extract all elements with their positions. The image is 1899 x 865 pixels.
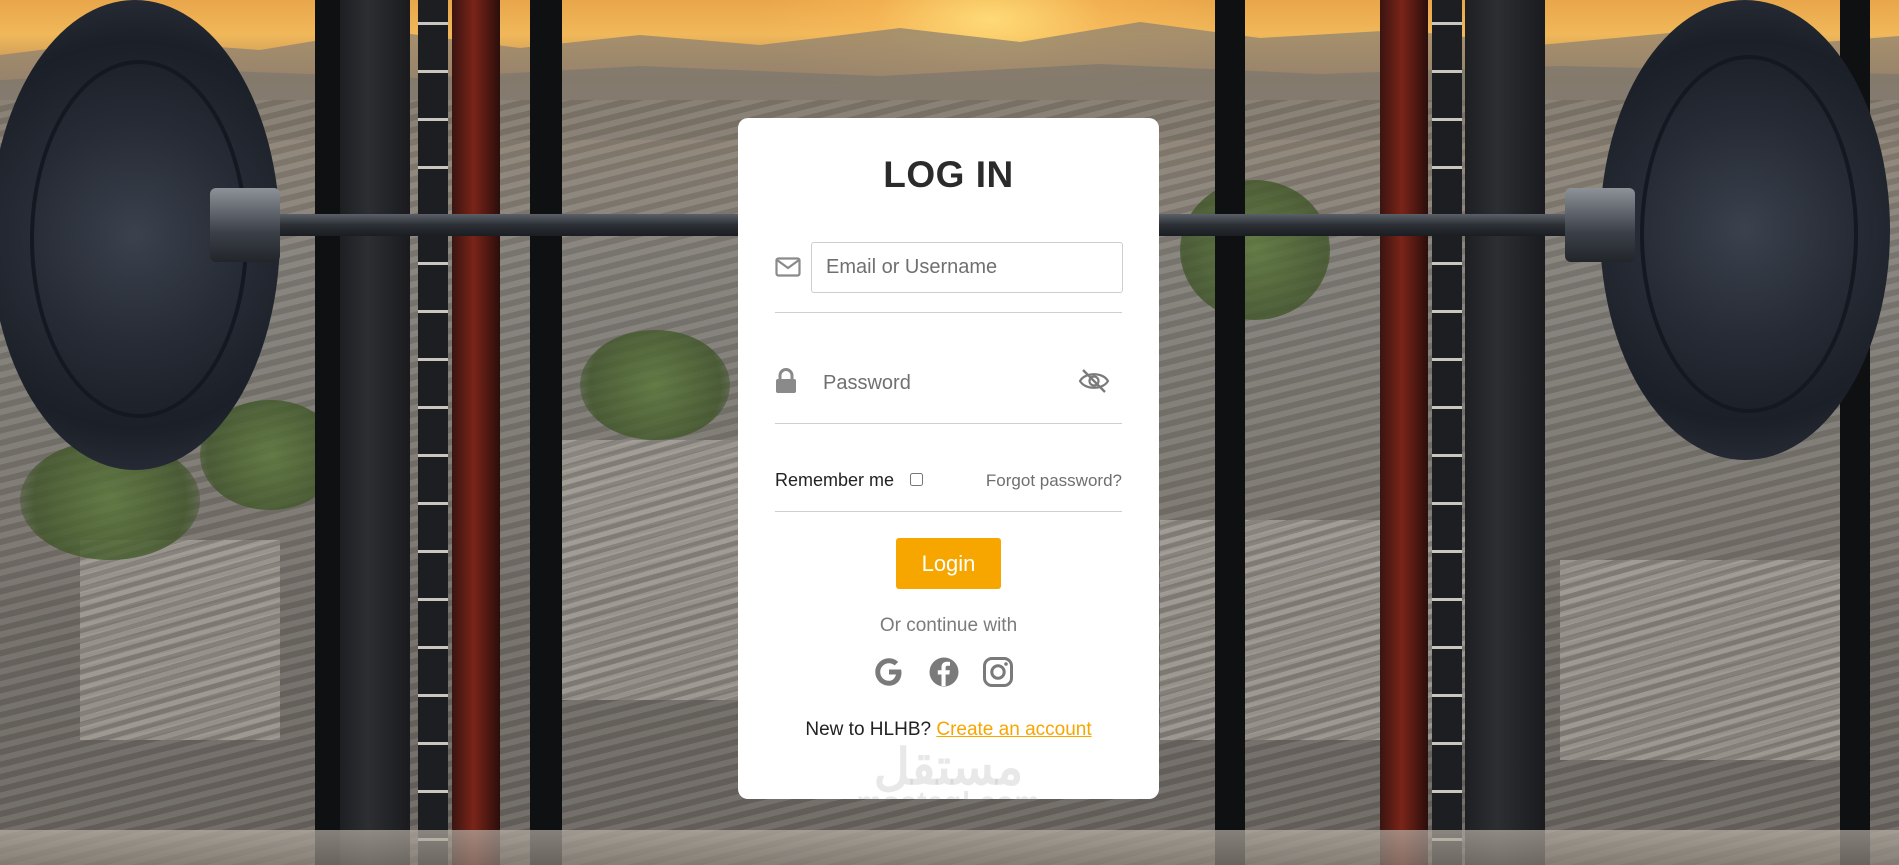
- create-account-link[interactable]: Create an account: [936, 719, 1091, 740]
- tree: [1180, 180, 1330, 320]
- watermark-arabic: مستقل: [873, 739, 1024, 795]
- remember-me-checkbox[interactable]: [910, 473, 923, 486]
- divider: [775, 423, 1122, 424]
- remember-me-label: Remember me: [775, 470, 895, 490]
- facebook-icon[interactable]: [927, 655, 961, 689]
- social-heading: Or continue with: [879, 615, 1018, 636]
- rack-post: [452, 0, 500, 865]
- weight-plate-ring: [1640, 55, 1858, 413]
- rack-upright-holes: [1432, 0, 1462, 865]
- social-login-row: [738, 655, 1159, 689]
- rack-upright-holes: [418, 0, 448, 865]
- rack-post: [1380, 0, 1428, 865]
- watermark: مستقل mostaql.com: [826, 738, 1071, 799]
- barbell-collar: [210, 188, 280, 262]
- rack-upright: [1465, 0, 1545, 865]
- barbell-collar: [1565, 188, 1635, 262]
- eye-slash-icon[interactable]: [1078, 368, 1110, 394]
- email-field[interactable]: [811, 242, 1123, 293]
- window-sill: [0, 830, 1899, 865]
- lock-icon: [776, 368, 796, 393]
- forgot-password-link[interactable]: Forgot password?: [986, 471, 1122, 491]
- password-field[interactable]: [811, 361, 1051, 405]
- google-icon[interactable]: [872, 655, 906, 689]
- watermark-latin: mostaql.com: [826, 786, 1071, 799]
- instagram-icon[interactable]: [981, 655, 1015, 689]
- roof: [80, 540, 280, 740]
- rack-upright: [340, 0, 410, 865]
- login-card: LOG IN Remember me Forgot password? Logi…: [738, 118, 1159, 799]
- roof: [1560, 560, 1860, 760]
- signup-row: New to HLHB? Create an account: [738, 719, 1159, 741]
- login-button[interactable]: Login: [896, 538, 1001, 589]
- rack-frame: [315, 0, 340, 865]
- rack-frame: [530, 0, 562, 865]
- page-title: LOG IN: [883, 154, 1014, 195]
- envelope-icon: [775, 257, 801, 277]
- divider: [775, 312, 1122, 313]
- rack-frame: [1215, 0, 1245, 865]
- signup-prompt: New to HLHB?: [805, 719, 932, 740]
- divider: [775, 511, 1122, 512]
- tree: [580, 330, 730, 440]
